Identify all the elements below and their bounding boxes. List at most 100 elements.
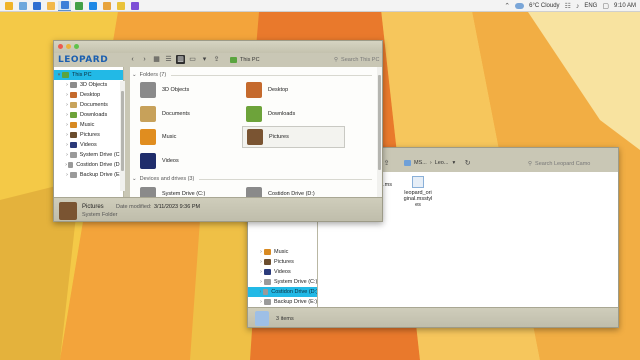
- sidebar-item[interactable]: › Backup Drive (E:): [54, 170, 123, 180]
- maximize-button[interactable]: [74, 44, 79, 49]
- folder-icon: [69, 152, 77, 158]
- app-icon: [130, 1, 139, 10]
- taskbar-app-1[interactable]: [2, 1, 15, 11]
- search-box[interactable]: ⚲ Search Leopard Camo: [528, 159, 618, 168]
- folder-tile[interactable]: Pictures: [242, 126, 345, 148]
- drive-tile-d[interactable]: Costidon Drive (D:): [242, 183, 345, 197]
- status-folder-icon: [255, 311, 269, 326]
- notification-icon[interactable]: ▢: [602, 2, 609, 10]
- items-view: ⌄ Folders (7) 3D Objects Desktop Documents…: [130, 67, 382, 197]
- search-icon: ⚲: [528, 160, 533, 167]
- sidebar-item-label: System Drive (C:): [79, 152, 123, 158]
- selected-item-name: Pictures: [82, 204, 104, 210]
- folder-tile[interactable]: 3D Objects: [136, 79, 239, 101]
- sidebar-item[interactable]: › Videos: [248, 267, 317, 277]
- system-tray: ⌃ 6°C Cloudy ☷ ♪ ENG ▢ 9:10 AM: [504, 0, 636, 12]
- title-bar[interactable]: [54, 41, 382, 53]
- sidebar-scrollbar[interactable]: [120, 81, 125, 191]
- network-icon[interactable]: ☷: [565, 2, 571, 10]
- taskbar-app-2[interactable]: [16, 1, 29, 11]
- sidebar-item-label: This PC: [72, 72, 92, 78]
- chevron-icon[interactable]: ›: [64, 152, 70, 158]
- folder-icon: [140, 105, 156, 122]
- sidebar-item-label: Videos: [274, 269, 291, 275]
- tray-overflow-icon[interactable]: ⌃: [504, 2, 510, 10]
- taskbar-app-9[interactable]: [114, 1, 127, 11]
- folder-icon: [140, 129, 156, 145]
- sidebar-item-label: Documents: [80, 102, 108, 108]
- sidebar-item-label: Pictures: [274, 259, 294, 265]
- scrollbar-thumb[interactable]: [378, 75, 381, 170]
- content-scrollbar[interactable]: [377, 67, 382, 197]
- sidebar-item[interactable]: › Pictures: [54, 130, 123, 140]
- language-indicator[interactable]: ENG: [584, 3, 597, 9]
- file-item[interactable]: leopard_ori ginal.msstyl es: [398, 176, 438, 208]
- sidebar-item[interactable]: › Pictures: [248, 257, 317, 267]
- cloud-icon[interactable]: [515, 3, 525, 9]
- chevron-down-icon[interactable]: ▾: [452, 160, 455, 166]
- breadcrumb[interactable]: MS... › Leo... ▾: [404, 159, 455, 168]
- sidebar-item-label: Backup Drive (E:): [274, 299, 318, 305]
- drive-tile-c[interactable]: System Drive (C:): [136, 183, 239, 197]
- folder-tile[interactable]: Videos: [136, 150, 239, 172]
- sidebar-item[interactable]: › System Drive (C:): [54, 150, 123, 160]
- sidebar-item[interactable]: › Documents: [54, 100, 123, 110]
- taskbar-app-4[interactable]: [44, 1, 57, 11]
- chevron-down-icon: ⌄: [132, 72, 137, 78]
- sidebar-item[interactable]: › 3D Objects: [54, 80, 123, 90]
- sidebar-item[interactable]: › Costidon Drive (D:): [248, 287, 317, 297]
- sidebar-item[interactable]: ▾ This PC: [54, 70, 123, 80]
- folder-icon: [62, 72, 69, 78]
- address-text[interactable]: This PC: [240, 57, 260, 63]
- share-icon[interactable]: ⇪: [212, 55, 221, 64]
- back-arrow-icon[interactable]: ‹: [128, 55, 137, 64]
- document-icon: [412, 176, 424, 188]
- folder-tile[interactable]: Downloads: [242, 103, 345, 125]
- close-button[interactable]: [58, 44, 63, 49]
- search-input[interactable]: Search This PC: [341, 57, 379, 63]
- taskbar-app-6[interactable]: [72, 1, 85, 11]
- column-view-icon[interactable]: ▥: [176, 55, 185, 64]
- search-box[interactable]: ⚲ Search This PC: [334, 55, 382, 64]
- volume-icon[interactable]: ♪: [576, 3, 580, 10]
- clock[interactable]: 9:10 AM: [614, 3, 636, 9]
- preview-pane-icon[interactable]: ▭: [188, 55, 197, 64]
- sidebar-item[interactable]: › Costidon Drive (D:): [54, 160, 123, 170]
- view-options-icon[interactable]: ▾: [200, 55, 209, 64]
- list-view-icon[interactable]: ☰: [164, 55, 173, 64]
- search-input[interactable]: Search Leopard Camo: [535, 161, 590, 167]
- taskbar-app-5[interactable]: [58, 0, 71, 11]
- sidebar-item[interactable]: › Music: [54, 120, 123, 130]
- hard-drive-icon: [140, 187, 156, 197]
- sidebar-item[interactable]: › Videos: [54, 140, 123, 150]
- refresh-icon[interactable]: ↻: [463, 159, 472, 168]
- sidebar-item[interactable]: › Backup Drive (E:): [248, 297, 318, 307]
- toolbar: LEOPARD ‹ › ▦ ☰ ▥ ▭ ▾ ⇪ This PC: [54, 53, 382, 66]
- explorer-window-this-pc: LEOPARD ‹ › ▦ ☰ ▥ ▭ ▾ ⇪ This PC ⚲ Search…: [53, 40, 383, 222]
- date-modified-label: Date modified:: [116, 204, 152, 210]
- share-icon[interactable]: ⇪: [382, 159, 391, 168]
- taskbar-app-8[interactable]: [100, 1, 113, 11]
- address-bar[interactable]: This PC: [230, 55, 260, 64]
- breadcrumb-segment-2[interactable]: Leo...: [435, 160, 449, 166]
- minimize-button[interactable]: [66, 44, 71, 49]
- sidebar-item[interactable]: › Desktop: [54, 90, 123, 100]
- sidebar-item-label: Desktop: [80, 92, 101, 98]
- taskbar-app-3[interactable]: [30, 1, 43, 11]
- sidebar-item[interactable]: › System Drive (C:): [248, 277, 317, 287]
- folder-icon: [264, 279, 271, 285]
- weather-text[interactable]: 6°C Cloudy: [529, 3, 559, 9]
- sidebar-item[interactable]: › Downloads: [54, 110, 123, 120]
- folder-tile[interactable]: Desktop: [242, 79, 345, 101]
- forward-arrow-icon[interactable]: ›: [140, 55, 149, 64]
- breadcrumb-segment-1[interactable]: MS...: [414, 160, 427, 166]
- navigation-pane: ▾ This PC › 3D Objects › Desktop › Documents › Do…: [54, 67, 124, 197]
- icon-view-icon[interactable]: ▦: [152, 55, 161, 64]
- scrollbar-thumb[interactable]: [121, 91, 124, 171]
- taskbar-app-7[interactable]: [86, 1, 99, 11]
- folder-tile[interactable]: Documents: [136, 103, 239, 125]
- taskbar-app-10[interactable]: [128, 1, 141, 11]
- folder-tile[interactable]: Music: [136, 126, 239, 148]
- brand-logo: LEOPARD: [58, 54, 109, 65]
- sidebar-item[interactable]: › Music: [248, 247, 317, 257]
